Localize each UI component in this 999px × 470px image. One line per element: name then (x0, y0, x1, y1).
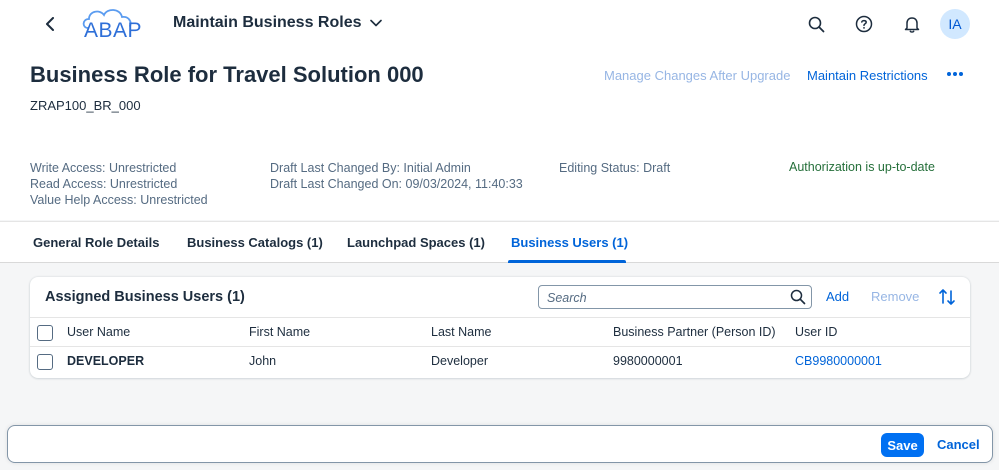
read-access: Read Access: Unrestricted (30, 177, 178, 191)
assigned-users-table: Assigned Business Users (1) Add Remove U… (30, 277, 970, 378)
abap-logo[interactable]: ABAP (80, 6, 150, 42)
write-access: Write Access: Unrestricted (30, 161, 177, 175)
search-icon[interactable] (790, 289, 806, 305)
column-header-user-name[interactable]: User Name (67, 325, 130, 339)
maintain-restrictions-button[interactable]: Maintain Restrictions (807, 68, 928, 83)
row-select-checkbox[interactable] (37, 354, 53, 370)
tab-business-catalogs[interactable]: Business Catalogs (1) (187, 235, 323, 250)
value-help-access: Value Help Access: Unrestricted (30, 193, 208, 207)
draft-attributes: Draft Last Changed By: Initial Admin Dra… (270, 160, 523, 192)
cell-user-name: DEVELOPER (67, 354, 145, 368)
user-avatar[interactable]: IA (940, 9, 970, 39)
app-title-menu[interactable]: Maintain Business Roles (173, 14, 382, 32)
table-title: Assigned Business Users (1) (45, 289, 245, 305)
remove-user-button[interactable]: Remove (871, 289, 919, 304)
logo-text: ABAP (84, 19, 143, 42)
save-button[interactable]: Save (881, 433, 924, 457)
tab-launchpad-spaces[interactable]: Launchpad Spaces (1) (347, 235, 485, 250)
cell-user-id-link[interactable]: CB9980000001 (795, 354, 882, 368)
authorization-status: Authorization is up-to-date (789, 160, 935, 174)
page-title: Business Role for Travel Solution 000 (30, 62, 424, 87)
column-header-user-id[interactable]: User ID (795, 325, 837, 339)
app-title: Maintain Business Roles (173, 14, 362, 31)
cell-business-partner: 9980000001 (613, 354, 683, 368)
help-button[interactable] (852, 12, 876, 36)
manage-changes-button[interactable]: Manage Changes After Upgrade (604, 68, 790, 83)
active-tab-indicator (508, 260, 626, 263)
more-actions-button[interactable] (945, 64, 965, 84)
editing-status: Editing Status: Draft (559, 161, 671, 175)
tab-business-users[interactable]: Business Users (1) (511, 235, 628, 250)
column-header-last-name[interactable]: Last Name (431, 325, 491, 339)
search-icon (808, 16, 824, 32)
shell-bar: ABAP Maintain Business Roles IA (0, 0, 999, 48)
column-header-business-partner[interactable]: Business Partner (Person ID) (613, 325, 776, 339)
draft-changed-on: Draft Last Changed On: 09/03/2024, 11:40… (270, 177, 523, 191)
more-icon-dot (959, 72, 963, 76)
notifications-button[interactable] (900, 12, 924, 36)
bell-icon (904, 17, 920, 33)
object-header: Business Role for Travel Solution 000 ZR… (0, 48, 999, 220)
search-button[interactable] (804, 12, 828, 36)
cancel-button[interactable]: Cancel (937, 437, 980, 452)
add-user-button[interactable]: Add (826, 289, 849, 304)
back-button[interactable] (38, 12, 62, 36)
search-field (538, 285, 812, 309)
column-header-first-name[interactable]: First Name (249, 325, 310, 339)
table-row[interactable]: DEVELOPER John Developer 9980000001 CB99… (30, 347, 970, 377)
draft-changed-by: Draft Last Changed By: Initial Admin (270, 161, 471, 175)
table-header: User Name First Name Last Name Business … (30, 317, 970, 347)
cell-last-name: Developer (431, 354, 488, 368)
select-all-checkbox[interactable] (37, 325, 53, 341)
more-icon-dot (953, 72, 957, 76)
search-input[interactable] (547, 289, 777, 306)
footer-toolbar: Save Cancel (7, 425, 993, 463)
cell-first-name: John (249, 354, 277, 368)
more-icon (947, 72, 951, 76)
tab-bar: General Role Details Business Catalogs (… (0, 221, 999, 263)
sort-icon[interactable] (937, 287, 957, 307)
tab-general-role-details[interactable]: General Role Details (33, 235, 159, 250)
chevron-down-icon (369, 19, 382, 27)
help-icon (855, 15, 873, 33)
page-subtitle: ZRAP100_BR_000 (30, 98, 141, 113)
access-attributes: Write Access: Unrestricted Read Access: … (30, 160, 208, 208)
chevron-left-icon (46, 17, 54, 31)
